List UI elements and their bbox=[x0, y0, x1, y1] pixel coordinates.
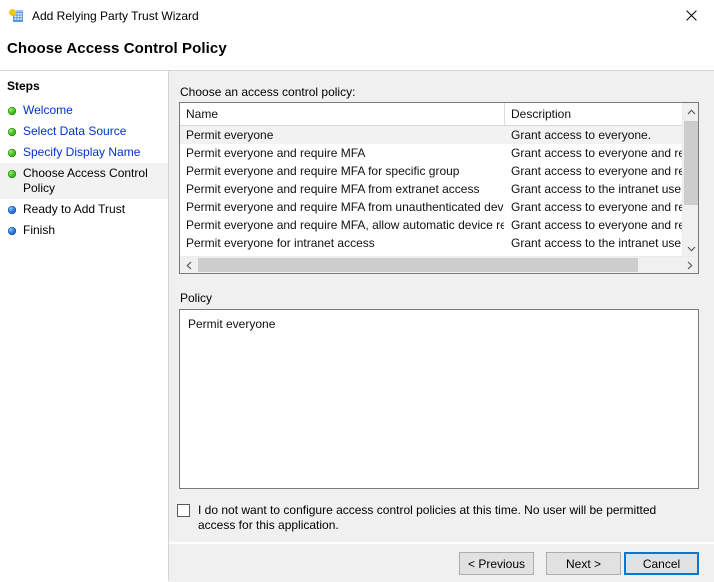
button-bar: < Previous Next > Cancel bbox=[169, 543, 714, 582]
policy-name: Permit everyone and require MFA for spec… bbox=[186, 164, 460, 178]
policy-description: Grant access to the intranet users. bbox=[511, 236, 682, 250]
vertical-scroll-thumb[interactable] bbox=[684, 121, 698, 205]
table-row[interactable]: Permit everyone and require MFA from ext… bbox=[180, 180, 682, 198]
table-row[interactable]: Permit everyone and require MFA, allow a… bbox=[180, 216, 682, 234]
scroll-right-icon[interactable] bbox=[681, 257, 698, 273]
policy-list-vertical-scrollbar[interactable] bbox=[682, 103, 698, 257]
sidebar-item-label: Choose Access Control Policy bbox=[23, 166, 148, 195]
policy-description: Grant access to everyone and requir bbox=[511, 164, 682, 178]
step-bullet-icon bbox=[8, 107, 16, 115]
sidebar-item-welcome[interactable]: Welcome bbox=[0, 100, 168, 121]
sidebar-item-specify-display-name[interactable]: Specify Display Name bbox=[0, 142, 168, 163]
step-bullet-icon bbox=[8, 206, 16, 214]
scroll-up-icon[interactable] bbox=[683, 103, 698, 120]
sidebar-item-label: Select Data Source bbox=[23, 124, 127, 138]
main-panel: Choose an access control policy: Name De… bbox=[169, 71, 714, 542]
page-header: Choose Access Control Policy bbox=[0, 31, 714, 70]
sidebar-item-finish[interactable]: Finish bbox=[0, 220, 168, 241]
policy-list[interactable]: Name Description Permit everyone Grant a… bbox=[179, 102, 699, 274]
scroll-down-icon[interactable] bbox=[683, 240, 698, 257]
table-row[interactable]: Permit everyone and require MFA from una… bbox=[180, 198, 682, 216]
adfs-server-icon bbox=[8, 8, 24, 24]
steps-sidebar: Steps Welcome Select Data Source Specify… bbox=[0, 71, 168, 581]
policy-name: Permit everyone and require MFA from ext… bbox=[186, 182, 480, 196]
column-header-description[interactable]: Description bbox=[505, 103, 682, 125]
column-header-name[interactable]: Name bbox=[180, 103, 505, 125]
sidebar-item-select-data-source[interactable]: Select Data Source bbox=[0, 121, 168, 142]
horizontal-scroll-thumb[interactable] bbox=[198, 258, 638, 272]
table-row[interactable]: Permit everyone and require MFA Grant ac… bbox=[180, 144, 682, 162]
policy-label: Policy bbox=[180, 291, 213, 305]
title-bar: Add Relying Party Trust Wizard bbox=[0, 0, 714, 31]
close-icon[interactable] bbox=[668, 0, 714, 30]
page-title: Choose Access Control Policy bbox=[7, 40, 227, 57]
scroll-left-icon[interactable] bbox=[180, 257, 197, 273]
step-bullet-icon bbox=[8, 227, 16, 235]
table-row[interactable]: Permit everyone Grant access to everyone… bbox=[180, 126, 682, 144]
policy-preview-text: Permit everyone bbox=[188, 317, 276, 331]
sidebar-item-label: Welcome bbox=[23, 103, 73, 117]
step-bullet-icon bbox=[8, 170, 16, 178]
table-row[interactable]: Permit everyone for intranet access Gran… bbox=[180, 234, 682, 252]
skip-policy-checkbox-row[interactable]: I do not want to configure access contro… bbox=[177, 503, 697, 533]
policy-name: Permit everyone for intranet access bbox=[186, 236, 375, 250]
policy-description: Grant access to everyone and requir bbox=[511, 200, 682, 214]
policy-list-rows: Permit everyone Grant access to everyone… bbox=[180, 126, 682, 259]
table-row[interactable]: Permit everyone and require MFA for spec… bbox=[180, 162, 682, 180]
policy-name: Permit everyone and require MFA bbox=[186, 146, 366, 160]
previous-button[interactable]: < Previous bbox=[459, 552, 534, 575]
policy-name: Permit everyone and require MFA, allow a… bbox=[186, 218, 504, 232]
skip-policy-checkbox-label: I do not want to configure access contro… bbox=[198, 503, 657, 532]
sidebar-item-label: Ready to Add Trust bbox=[23, 202, 126, 216]
sidebar-item-label: Finish bbox=[23, 223, 56, 237]
policy-description: Grant access to everyone. bbox=[511, 128, 652, 142]
steps-list: Welcome Select Data Source Specify Displ… bbox=[0, 100, 168, 241]
sidebar-item-label: Specify Display Name bbox=[23, 145, 141, 159]
step-bullet-icon bbox=[8, 128, 16, 136]
steps-heading: Steps bbox=[7, 79, 40, 93]
policy-description: Grant access to everyone and requir bbox=[511, 218, 682, 232]
next-button[interactable]: Next > bbox=[546, 552, 621, 575]
window-title: Add Relying Party Trust Wizard bbox=[32, 8, 199, 23]
cancel-button[interactable]: Cancel bbox=[624, 552, 699, 575]
policy-list-horizontal-scrollbar[interactable] bbox=[180, 256, 698, 273]
policy-list-header: Name Description bbox=[180, 103, 698, 126]
policy-description: Grant access to everyone and requir bbox=[511, 146, 682, 160]
step-bullet-icon bbox=[8, 149, 16, 157]
sidebar-item-choose-access-control-policy[interactable]: Choose Access Control Policy bbox=[0, 163, 168, 199]
policy-name: Permit everyone and require MFA from una… bbox=[186, 200, 504, 214]
policy-name: Permit everyone bbox=[186, 128, 274, 142]
access-control-policy-label: Choose an access control policy: bbox=[180, 85, 356, 99]
skip-policy-checkbox[interactable] bbox=[177, 504, 190, 517]
policy-preview-box: Permit everyone bbox=[179, 309, 699, 489]
sidebar-item-ready-to-add-trust[interactable]: Ready to Add Trust bbox=[0, 199, 168, 220]
policy-description: Grant access to the intranet users ar bbox=[511, 182, 682, 196]
